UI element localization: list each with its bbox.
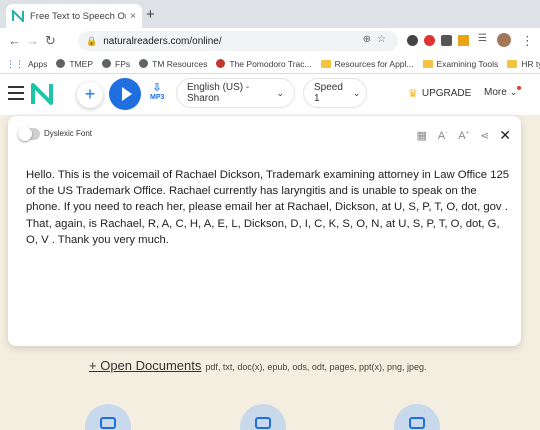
more-label: More bbox=[484, 87, 507, 98]
address-bar[interactable]: 🔒 naturalreaders.com/online/ ⊕☆ bbox=[78, 31, 398, 51]
share-icon[interactable]: ⋖ bbox=[480, 129, 489, 142]
folder-icon bbox=[422, 59, 433, 68]
bookmark-label: The Pomodoro Trac... bbox=[229, 58, 312, 69]
extension-icon[interactable] bbox=[441, 35, 452, 46]
bookmark-hr-type[interactable]: HR type and person... bbox=[507, 59, 540, 69]
close-icon[interactable]: ✕ bbox=[499, 127, 511, 144]
download-icon: ⇩ bbox=[152, 82, 162, 94]
app-header: + ⇩ MP3 English (US) - Sharon ⌄ Speed 1 … bbox=[0, 74, 540, 116]
back-icon[interactable]: ← bbox=[8, 33, 21, 48]
tab-title: Free Text to Speech Online with N bbox=[30, 10, 126, 22]
bookmark-label: HR type and person... bbox=[521, 58, 540, 69]
open-documents: + Open Documents pdf, txt, doc(x), epub,… bbox=[89, 358, 427, 373]
extension-icon[interactable] bbox=[424, 35, 435, 46]
bookmark-label: Resources for Appl... bbox=[334, 58, 414, 69]
font-decrease-icon[interactable]: A- bbox=[438, 130, 447, 142]
voice-label: English (US) - Sharon bbox=[187, 82, 250, 104]
lock-icon: 🔒 bbox=[86, 35, 98, 46]
menu-kebab-icon[interactable]: ⋮ bbox=[521, 33, 534, 49]
star-icon[interactable]: ⊕☆ bbox=[363, 34, 392, 45]
folder-icon bbox=[320, 59, 331, 68]
forward-icon[interactable]: → bbox=[26, 33, 39, 48]
bookmark-tm-resources[interactable]: TM Resources bbox=[139, 59, 207, 69]
globe-icon bbox=[139, 59, 149, 68]
browser-toolbar: ← → ↻ 🔒 naturalreaders.com/online/ ⊕☆ ☰ … bbox=[0, 28, 540, 54]
font-increase-icon[interactable]: A+ bbox=[458, 130, 469, 142]
save-document-icon[interactable]: ▦ bbox=[416, 129, 426, 142]
bookmark-examining-tools[interactable]: Examining Tools bbox=[422, 58, 499, 69]
chevron-down-icon: ⌄ bbox=[352, 87, 361, 98]
add-document-button[interactable]: + bbox=[77, 82, 103, 108]
speed-select[interactable]: Speed 1 ⌄ bbox=[303, 78, 367, 108]
chevron-down-icon: ⌄ bbox=[509, 87, 518, 97]
globe-icon bbox=[56, 59, 66, 68]
speed-label: Speed 1 bbox=[314, 82, 343, 104]
extension-icon[interactable] bbox=[458, 35, 469, 46]
dyslexic-font-toggle[interactable] bbox=[18, 127, 40, 141]
mp3-label: MP3 bbox=[150, 94, 165, 101]
new-tab-button[interactable]: + bbox=[146, 6, 155, 23]
reload-icon[interactable]: ↻ bbox=[45, 33, 56, 49]
url-text: naturalreaders.com/online/ bbox=[103, 35, 222, 47]
bookmark-label: TM Resources bbox=[152, 58, 208, 69]
bookmark-label: Apps bbox=[28, 58, 48, 69]
editor-text[interactable]: Hello. This is the voicemail of Rachael … bbox=[26, 167, 511, 248]
hamburger-menu-icon[interactable] bbox=[8, 86, 24, 100]
bookmark-label: FPs bbox=[115, 58, 131, 69]
bookmarks-bar: ⋮⋮ Apps TMEP FPs TM Resources The Pomodor… bbox=[0, 54, 540, 74]
crown-icon: ♛ bbox=[408, 88, 418, 100]
text-editor-card: Dyslexic Font ▦ A- A+ ⋖ ✕ Hello. This is… bbox=[8, 116, 521, 346]
avatar[interactable] bbox=[497, 33, 511, 47]
supported-formats: pdf, txt, doc(x), epub, ods, odt, pages,… bbox=[205, 362, 427, 372]
voice-select[interactable]: English (US) - Sharon ⌄ bbox=[176, 78, 295, 108]
chevron-down-icon: ⌄ bbox=[276, 87, 284, 98]
folder-icon bbox=[507, 59, 518, 68]
upgrade-label: UPGRADE bbox=[421, 88, 472, 99]
upgrade-button[interactable]: ♛ UPGRADE bbox=[408, 87, 471, 100]
naturalreaders-favicon-icon bbox=[12, 10, 24, 22]
dyslexic-font-label: Dyslexic Font bbox=[44, 129, 93, 138]
open-documents-link[interactable]: + Open Documents bbox=[89, 358, 201, 373]
tomato-icon bbox=[216, 59, 226, 68]
editor-toolbar: ▦ A- A+ ⋖ ✕ bbox=[405, 127, 511, 144]
browser-tab[interactable]: Free Text to Speech Online with N × bbox=[6, 4, 142, 28]
reading-list-icon[interactable]: ☰ bbox=[478, 33, 487, 44]
naturalreaders-logo[interactable] bbox=[30, 82, 54, 106]
mp3-download-button[interactable]: ⇩ MP3 bbox=[150, 81, 164, 101]
play-button[interactable] bbox=[109, 78, 141, 110]
bookmark-apps[interactable]: ⋮⋮ Apps bbox=[6, 58, 48, 70]
browser-tab-strip: Free Text to Speech Online with N × + bbox=[0, 0, 540, 28]
bookmark-fps[interactable]: FPs bbox=[102, 59, 130, 69]
notification-dot bbox=[517, 86, 522, 90]
globe-icon bbox=[102, 59, 111, 68]
bookmark-resources-appl[interactable]: Resources for Appl... bbox=[320, 58, 414, 69]
extension-icon[interactable] bbox=[407, 35, 418, 46]
bookmark-pomodoro[interactable]: The Pomodoro Trac... bbox=[216, 58, 312, 69]
more-menu-button[interactable]: More ⌄ bbox=[484, 86, 522, 98]
tab-close-icon[interactable]: × bbox=[130, 11, 136, 22]
apps-grid-icon: ⋮⋮ bbox=[6, 59, 24, 69]
bookmark-label: TMEP bbox=[69, 58, 93, 69]
bookmark-label: Examining Tools bbox=[436, 58, 499, 69]
bookmark-tmep[interactable]: TMEP bbox=[56, 59, 93, 69]
